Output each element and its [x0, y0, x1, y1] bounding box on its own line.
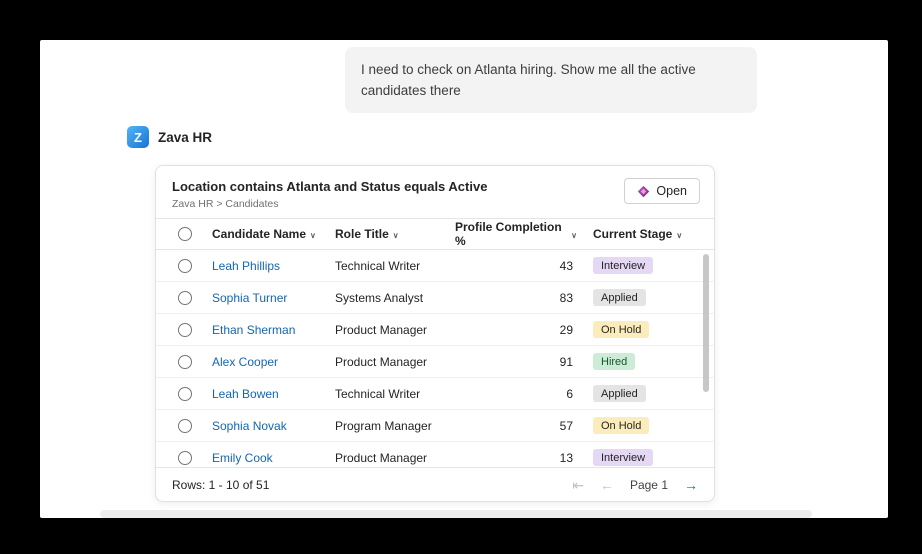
power-apps-diamond-icon: [637, 185, 650, 198]
row-checkbox-cell: [172, 259, 212, 273]
current-stage-cell: Applied: [577, 385, 698, 402]
page-number-label: Page 1: [630, 478, 668, 492]
column-header-label: Candidate Name: [212, 227, 306, 241]
column-header-role-title[interactable]: Role Title ∨: [335, 227, 455, 241]
chat-message-text: I need to check on Atlanta hiring. Show …: [361, 62, 696, 98]
first-page-icon[interactable]: ⇤: [572, 478, 584, 492]
vertical-scrollbar[interactable]: [703, 254, 709, 392]
current-stage-cell: On Hold: [577, 321, 698, 338]
role-title-cell: Product Manager: [335, 323, 455, 337]
column-header-current-stage[interactable]: Current Stage ∨: [577, 227, 698, 241]
profile-completion-cell: 91: [455, 355, 577, 369]
stage-badge: On Hold: [593, 321, 649, 338]
row-checkbox-cell: [172, 355, 212, 369]
candidate-name-link[interactable]: Leah Phillips: [212, 259, 335, 273]
table-body: Leah Phillips Technical Writer 43 Interv…: [156, 250, 714, 467]
column-header-label: Role Title: [335, 227, 389, 241]
candidate-name-link[interactable]: Leah Bowen: [212, 387, 335, 401]
role-title-cell: Product Manager: [335, 451, 455, 465]
bottom-scroll-strip: [100, 510, 812, 518]
current-stage-cell: Interview: [577, 257, 698, 274]
stage-badge: On Hold: [593, 417, 649, 434]
row-checkbox[interactable]: [178, 259, 192, 273]
column-header-label: Current Stage: [593, 227, 672, 241]
row-checkbox[interactable]: [178, 451, 192, 465]
stage-badge: Applied: [593, 289, 646, 306]
open-button[interactable]: Open: [624, 178, 700, 204]
table-row[interactable]: Ethan Sherman Product Manager 29 On Hold: [156, 314, 714, 346]
sort-chevron-icon: ∨: [393, 231, 399, 240]
select-all-checkbox[interactable]: [178, 227, 192, 241]
table-row[interactable]: Leah Phillips Technical Writer 43 Interv…: [156, 250, 714, 282]
column-header-profile-completion[interactable]: Profile Completion % ∨: [455, 220, 577, 248]
row-checkbox[interactable]: [178, 323, 192, 337]
role-title-cell: Technical Writer: [335, 259, 455, 273]
row-checkbox-cell: [172, 291, 212, 305]
role-title-cell: Product Manager: [335, 355, 455, 369]
profile-completion-cell: 13: [455, 451, 577, 465]
profile-completion-cell: 29: [455, 323, 577, 337]
stage-badge: Interview: [593, 449, 653, 466]
column-header-candidate-name[interactable]: Candidate Name ∨: [212, 227, 335, 241]
profile-completion-cell: 6: [455, 387, 577, 401]
stage-badge: Interview: [593, 257, 653, 274]
candidate-name-link[interactable]: Alex Cooper: [212, 355, 335, 369]
row-checkbox-cell: [172, 419, 212, 433]
table-row[interactable]: Sophia Turner Systems Analyst 83 Applied: [156, 282, 714, 314]
column-header-label: Profile Completion %: [455, 220, 567, 248]
row-checkbox-cell: [172, 387, 212, 401]
breadcrumb: Zava HR > Candidates: [172, 198, 698, 210]
header-checkbox-cell: [172, 227, 212, 241]
previous-page-icon[interactable]: ←: [600, 478, 614, 492]
profile-completion-cell: 43: [455, 259, 577, 273]
card-header: Location contains Atlanta and Status equ…: [156, 166, 714, 218]
table-row[interactable]: Alex Cooper Product Manager 91 Hired: [156, 346, 714, 378]
row-checkbox[interactable]: [178, 419, 192, 433]
profile-completion-cell: 83: [455, 291, 577, 305]
candidates-card: Location contains Atlanta and Status equ…: [155, 165, 715, 502]
table-rows: Leah Phillips Technical Writer 43 Interv…: [156, 250, 714, 467]
role-title-cell: Technical Writer: [335, 387, 455, 401]
rows-count-label: Rows: 1 - 10 of 51: [172, 478, 269, 492]
zava-hr-logo-icon: Z: [127, 126, 149, 148]
sort-chevron-icon: ∨: [571, 231, 577, 240]
candidate-name-link[interactable]: Ethan Sherman: [212, 323, 335, 337]
current-stage-cell: Interview: [577, 449, 698, 466]
sort-chevron-icon: ∨: [676, 231, 682, 240]
pagination: ⇤ ← Page 1 →: [572, 478, 698, 492]
stage-badge: Applied: [593, 385, 646, 402]
row-checkbox-cell: [172, 323, 212, 337]
stage-badge: Hired: [593, 353, 635, 370]
table-row[interactable]: Sophia Novak Program Manager 57 On Hold: [156, 410, 714, 442]
row-checkbox[interactable]: [178, 355, 192, 369]
table-header-row: Candidate Name ∨ Role Title ∨ Profile Co…: [156, 218, 714, 250]
table-footer: Rows: 1 - 10 of 51 ⇤ ← Page 1 →: [156, 467, 714, 501]
candidate-name-link[interactable]: Sophia Novak: [212, 419, 335, 433]
open-button-label: Open: [656, 184, 687, 198]
row-checkbox-cell: [172, 451, 212, 465]
app-name: Zava HR: [158, 130, 212, 145]
user-chat-message: I need to check on Atlanta hiring. Show …: [345, 47, 757, 113]
role-title-cell: Program Manager: [335, 419, 455, 433]
card-title: Location contains Atlanta and Status equ…: [172, 179, 698, 194]
row-checkbox[interactable]: [178, 291, 192, 305]
app-header: Z Zava HR: [127, 126, 212, 148]
current-stage-cell: Hired: [577, 353, 698, 370]
sort-chevron-icon: ∨: [310, 231, 316, 240]
next-page-icon[interactable]: →: [684, 478, 698, 492]
current-stage-cell: On Hold: [577, 417, 698, 434]
current-stage-cell: Applied: [577, 289, 698, 306]
table-row[interactable]: Leah Bowen Technical Writer 6 Applied: [156, 378, 714, 410]
profile-completion-cell: 57: [455, 419, 577, 433]
table-row[interactable]: Emily Cook Product Manager 13 Interview: [156, 442, 714, 467]
row-checkbox[interactable]: [178, 387, 192, 401]
candidate-name-link[interactable]: Emily Cook: [212, 451, 335, 465]
role-title-cell: Systems Analyst: [335, 291, 455, 305]
app-window: I need to check on Atlanta hiring. Show …: [40, 40, 888, 518]
candidate-name-link[interactable]: Sophia Turner: [212, 291, 335, 305]
